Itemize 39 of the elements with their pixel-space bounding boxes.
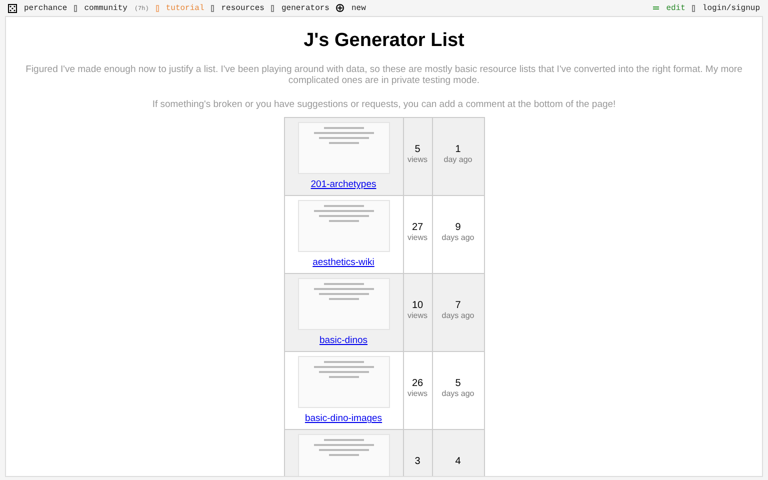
views-label: views (406, 233, 428, 242)
dice-icon (8, 4, 17, 12)
view-count: 27 (410, 222, 424, 234)
nav-link[interactable]: perchance (24, 4, 68, 12)
box-icon (156, 4, 159, 12)
view-count: 10 (410, 300, 424, 312)
intro-paragraph: If something's broken or you have suggestions or requests, you can add a comment at the bottom of the page! (152, 98, 616, 110)
age-number: 9 (454, 222, 462, 234)
views-label: views (406, 311, 428, 320)
generator-link[interactable]: aesthetics-wiki (312, 257, 374, 268)
box-icon (271, 4, 274, 12)
generator-link[interactable]: basic-dinos (319, 335, 368, 346)
nav-link[interactable]: new (351, 4, 366, 12)
age-number: 5 (454, 378, 462, 390)
nav-link[interactable]: login/signup (702, 4, 760, 12)
box-icon (211, 4, 214, 12)
box-icon (692, 4, 696, 12)
generator-link[interactable]: basic-dino-images (304, 413, 382, 424)
age-label: days ago (440, 389, 476, 398)
page-title: J's Generator List (304, 30, 464, 52)
age-number: 7 (454, 300, 462, 312)
generator-link[interactable]: 201-archetypes (310, 179, 376, 190)
views-label: views (406, 155, 428, 164)
age-number: 1 (454, 144, 462, 156)
views-label: views (406, 389, 428, 398)
plus-circle-icon (336, 4, 344, 12)
age-label: days ago (440, 311, 476, 320)
nav-link[interactable]: resources (221, 4, 264, 12)
view-count: 26 (410, 378, 424, 390)
view-count: 5 (414, 144, 422, 156)
age-number: 4 (454, 456, 462, 468)
age-label: days ago (440, 233, 476, 242)
box-icon (74, 4, 78, 12)
nav-link[interactable]: edit (666, 4, 686, 12)
nav-link[interactable]: generators (281, 4, 330, 12)
intro-paragraph: Figured I've made enough now to justify a list. I've been playing around with data, so these are mostly basic resource lists that I've converted into the right format. My more complicated ones are in private testing mode. (24, 64, 744, 87)
nav-link[interactable]: community (84, 4, 128, 12)
age-label: day ago (442, 155, 474, 164)
view-count: 3 (414, 456, 422, 468)
